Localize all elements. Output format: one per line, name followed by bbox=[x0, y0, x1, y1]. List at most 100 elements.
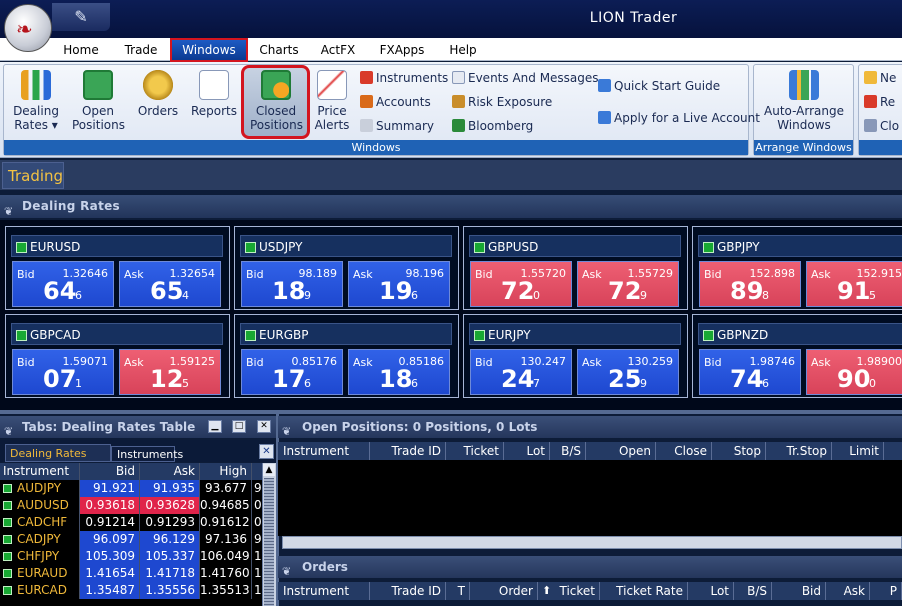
close-tab-icon[interactable]: ✕ bbox=[259, 444, 274, 459]
tab-fxapps[interactable]: FXApps bbox=[370, 40, 434, 60]
op-column-open[interactable]: Open bbox=[586, 442, 656, 460]
tab-actfx[interactable]: ActFX bbox=[312, 40, 364, 60]
table-row[interactable]: EURAUD 1.41654 1.41718 1.41760 1 bbox=[0, 565, 262, 582]
close-icon[interactable]: ✕ bbox=[257, 420, 271, 433]
app-logo-button[interactable]: ❧ bbox=[4, 4, 52, 52]
column-header-high[interactable]: High bbox=[200, 463, 252, 480]
table-row[interactable]: AUDUSD 0.93618 0.93628 0.94685 0 bbox=[0, 497, 262, 514]
op-column-trstop[interactable]: Tr.Stop bbox=[766, 442, 832, 460]
table-row[interactable]: CHFJPY 105.309 105.337 106.049 1 bbox=[0, 548, 262, 565]
extra-cell: 1 bbox=[254, 549, 262, 563]
op-column-ticket[interactable]: Ticket bbox=[446, 442, 504, 460]
bloomberg-button[interactable]: Bloomberg bbox=[452, 117, 533, 135]
op-column-tradeid[interactable]: Trade ID bbox=[370, 442, 446, 460]
table-row[interactable]: AUDJPY 91.921 91.935 93.677 9 bbox=[0, 480, 262, 497]
new-button[interactable]: Ne bbox=[864, 69, 896, 87]
bid-price-button[interactable]: Bid 1.59071 07 1 bbox=[12, 349, 114, 395]
tab-dealing-rates-table[interactable]: Dealing Rates Table bbox=[5, 444, 111, 478]
op-column-close[interactable]: Close bbox=[656, 442, 712, 460]
tab-windows[interactable]: Windows bbox=[170, 38, 248, 62]
rate-cell-gbpjpy: GBPJPY Bid 152.898 89 8 Ask 152.915 91 5 bbox=[692, 226, 902, 310]
open-positions-scrollbar[interactable] bbox=[282, 536, 902, 549]
ask-price-button[interactable]: Ask 1.98900 90 0 bbox=[806, 349, 902, 395]
tab-trading[interactable]: Trading bbox=[2, 162, 64, 189]
op-column-limit[interactable]: Limit bbox=[832, 442, 884, 460]
ask-price-button[interactable]: Ask 152.915 91 5 bbox=[806, 261, 902, 307]
scroll-up-icon[interactable]: ▲ bbox=[263, 464, 275, 476]
bid-price-button[interactable]: Bid 0.85176 17 6 bbox=[241, 349, 343, 395]
tab-home[interactable]: Home bbox=[56, 40, 106, 60]
op-column-lot[interactable]: Lot bbox=[504, 442, 550, 460]
bid-price-button[interactable]: Bid 130.247 24 7 bbox=[470, 349, 572, 395]
orders-column-bs[interactable]: B/S bbox=[734, 582, 772, 600]
orders-column-ticketrate[interactable]: Ticket Rate bbox=[600, 582, 688, 600]
bid-cell: 105.309 bbox=[80, 548, 140, 565]
minimize-icon[interactable]: ▁ bbox=[208, 420, 222, 433]
tab-charts[interactable]: Charts bbox=[252, 40, 306, 60]
reports-button[interactable]: Reports bbox=[188, 70, 240, 118]
bid-price-button[interactable]: Bid 1.32646 64 6 bbox=[12, 261, 114, 307]
ask-price-button[interactable]: Ask 1.55729 72 9 bbox=[577, 261, 679, 307]
orders-column-order[interactable]: Order bbox=[470, 582, 538, 600]
op-column-stop[interactable]: Stop bbox=[712, 442, 766, 460]
accounts-button[interactable]: Accounts bbox=[360, 93, 431, 111]
column-header-ask[interactable]: Ask bbox=[140, 463, 200, 480]
orders-column-ask[interactable]: Ask bbox=[826, 582, 870, 600]
orders-column-tradeid[interactable]: Trade ID bbox=[370, 582, 446, 600]
maximize-icon[interactable]: □ bbox=[232, 420, 246, 433]
ask-price-button[interactable]: Ask 1.32654 65 4 bbox=[119, 261, 221, 307]
auto-arrange-windows-button[interactable]: Auto-Arrange Windows bbox=[764, 70, 844, 132]
ask-price-button[interactable]: Ask 130.259 25 9 bbox=[577, 349, 679, 395]
ask-label: Ask bbox=[353, 268, 373, 281]
high-cell: 93.677 bbox=[200, 480, 252, 497]
bid-price-button[interactable]: Bid 98.189 18 9 bbox=[241, 261, 343, 307]
tools-icon[interactable]: ✎ bbox=[52, 3, 110, 31]
ask-cell: 0.93628 bbox=[140, 497, 200, 514]
op-column-instrument[interactable]: Instrument bbox=[278, 442, 370, 460]
bid-price-button[interactable]: Bid 1.98746 74 6 bbox=[699, 349, 801, 395]
bid-label: Bid bbox=[17, 356, 35, 369]
summary-button[interactable]: Summary bbox=[360, 117, 434, 135]
risk-exposure-button[interactable]: Risk Exposure bbox=[452, 93, 552, 111]
open-positions-button[interactable]: Open Positions bbox=[72, 70, 125, 132]
scroll-thumb[interactable] bbox=[264, 478, 274, 606]
instruments-button[interactable]: Instruments bbox=[360, 69, 448, 87]
tab-trade[interactable]: Trade bbox=[114, 40, 168, 60]
orders-column-p[interactable]: P bbox=[870, 582, 902, 600]
tab-instruments[interactable]: Instruments bbox=[111, 446, 183, 462]
ask-price-button[interactable]: Ask 0.85186 18 6 bbox=[348, 349, 450, 395]
rate-cell-eurusd: EURUSD Bid 1.32646 64 6 Ask 1.32654 65 4 bbox=[5, 226, 230, 310]
rate-cell-gbpusd: GBPUSD Bid 1.55720 72 0 Ask 1.55729 72 9 bbox=[463, 226, 688, 310]
orders-column-t[interactable]: T bbox=[446, 582, 470, 600]
close-button[interactable]: Clo bbox=[864, 117, 899, 135]
table-row[interactable]: CADCHF 0.91214 0.91293 0.91612 0 bbox=[0, 514, 262, 531]
orders-column-instrument[interactable]: Instrument bbox=[278, 582, 370, 600]
arrange-grid-icon bbox=[789, 70, 819, 100]
dealing-rates-button[interactable]: Dealing Rates ▾ bbox=[10, 70, 62, 132]
bid-price-button[interactable]: Bid 152.898 89 8 bbox=[699, 261, 801, 307]
ask-price-button[interactable]: Ask 98.196 19 6 bbox=[348, 261, 450, 307]
orders-button[interactable]: Orders bbox=[132, 70, 184, 118]
orders-column-bid[interactable]: Bid bbox=[772, 582, 826, 600]
sort-arrow-icon[interactable]: ⬆ bbox=[542, 582, 551, 600]
table-row[interactable]: CADJPY 96.097 96.129 97.136 9 bbox=[0, 531, 262, 548]
bid-pipette: 9 bbox=[304, 289, 311, 302]
quick-start-guide-button[interactable]: Quick Start Guide bbox=[598, 77, 720, 95]
extra-cell: 1 bbox=[254, 566, 262, 580]
events-messages-button[interactable]: Events And Messages bbox=[452, 69, 599, 87]
apply-live-account-button[interactable]: Apply for a Live Account bbox=[598, 109, 760, 127]
table-row[interactable]: EURCAD 1.35487 1.35556 1.35513 1 bbox=[0, 582, 262, 599]
column-header-instrument[interactable]: Instrument bbox=[0, 463, 80, 480]
orders-column-lot[interactable]: Lot bbox=[688, 582, 734, 600]
rate-cell-gbpnzd: GBPNZD Bid 1.98746 74 6 Ask 1.98900 90 0 bbox=[692, 314, 902, 398]
ask-price-button[interactable]: Ask 1.59125 12 5 bbox=[119, 349, 221, 395]
tab-help[interactable]: Help bbox=[440, 40, 486, 60]
op-column-bs[interactable]: B/S bbox=[550, 442, 586, 460]
column-header-bid[interactable]: Bid bbox=[80, 463, 140, 480]
reset-button[interactable]: Re bbox=[864, 93, 895, 111]
price-alerts-button[interactable]: Price Alerts bbox=[306, 70, 358, 132]
closed-positions-button[interactable]: Closed Positions bbox=[250, 70, 303, 132]
bid-pipette: 0 bbox=[533, 289, 540, 302]
bid-price-button[interactable]: Bid 1.55720 72 0 bbox=[470, 261, 572, 307]
horizontal-splitter[interactable] bbox=[0, 410, 902, 414]
